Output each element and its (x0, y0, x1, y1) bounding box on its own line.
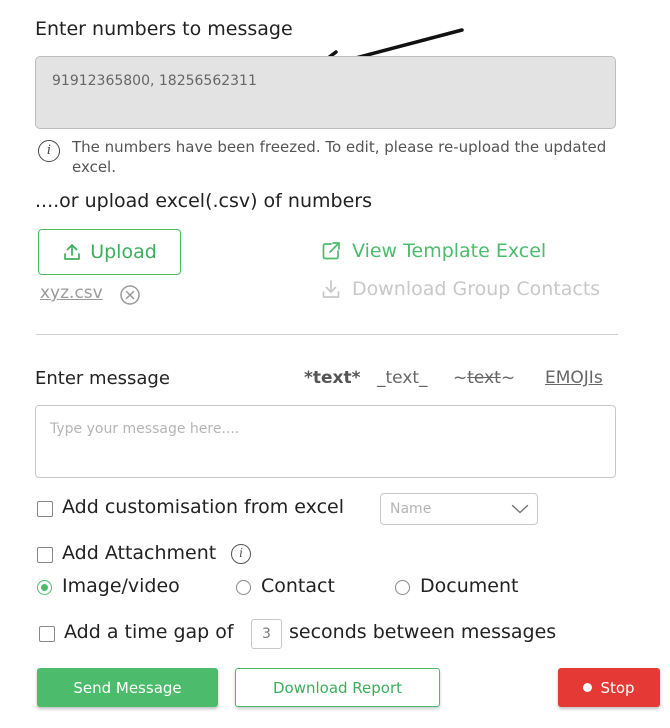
stop-button[interactable]: Stop (558, 668, 660, 707)
customisation-checkbox[interactable] (37, 501, 53, 517)
freeze-note: The numbers have been freezed. To edit, … (72, 138, 607, 176)
numbers-value: 91912365800, 18256562311 (52, 73, 257, 89)
external-link-icon (322, 242, 340, 260)
radio-image-video[interactable] (37, 580, 52, 595)
customisation-column-select[interactable]: Name (380, 493, 538, 525)
format-strike-button[interactable]: ~text~ (453, 368, 515, 388)
download-icon (322, 280, 340, 298)
attachment-info-icon[interactable]: i (231, 544, 251, 564)
upload-button-label: Upload (90, 241, 157, 263)
format-bold-button[interactable]: *text* (304, 368, 361, 388)
numbers-input: 91912365800, 18256562311 (35, 56, 616, 129)
numbers-section-title: Enter numbers to message (35, 18, 293, 40)
stop-button-label: Stop (600, 678, 635, 697)
time-gap-checkbox[interactable] (39, 626, 55, 642)
upload-heading: ....or upload excel(.csv) of numbers (35, 190, 372, 212)
upload-button[interactable]: Upload (38, 229, 181, 275)
time-gap-input[interactable]: 3 (251, 619, 282, 649)
radio-contact[interactable] (236, 580, 251, 595)
radio-document[interactable] (395, 580, 410, 595)
select-placeholder: Name (390, 501, 432, 517)
view-template-link[interactable]: View Template Excel (320, 240, 546, 262)
download-group-contacts-link[interactable]: Download Group Contacts (320, 278, 600, 300)
section-divider (36, 334, 618, 335)
format-strike-text: text (467, 368, 501, 388)
emojis-button[interactable]: EMOJIs (545, 368, 603, 388)
time-gap-label-prefix: Add a time gap of (64, 621, 234, 643)
message-label: Enter message (35, 368, 170, 389)
message-input[interactable] (35, 405, 616, 478)
format-italic-button[interactable]: _text_ (377, 368, 428, 388)
download-report-button[interactable]: Download Report (235, 668, 440, 707)
attachment-checkbox[interactable] (37, 547, 53, 563)
chevron-down-icon (511, 504, 529, 514)
stop-dot-icon (583, 683, 593, 692)
upload-icon (64, 244, 81, 260)
info-icon: i (38, 140, 60, 162)
time-gap-label-suffix: seconds between messages (289, 621, 557, 643)
format-strike-prefix: ~ (453, 368, 468, 388)
view-template-label: View Template Excel (352, 240, 547, 262)
radio-image-video-label: Image/video (62, 575, 180, 597)
radio-contact-label: Contact (261, 575, 335, 597)
customisation-label: Add customisation from excel (62, 496, 344, 518)
format-strike-suffix: ~ (500, 368, 516, 388)
download-group-contacts-label: Download Group Contacts (352, 278, 601, 300)
radio-document-label: Document (420, 575, 519, 597)
attachment-label: Add Attachment (62, 542, 217, 564)
remove-file-icon[interactable] (119, 284, 141, 306)
send-message-button[interactable]: Send Message (37, 668, 218, 707)
uploaded-file-name[interactable]: xyz.csv (40, 283, 103, 303)
